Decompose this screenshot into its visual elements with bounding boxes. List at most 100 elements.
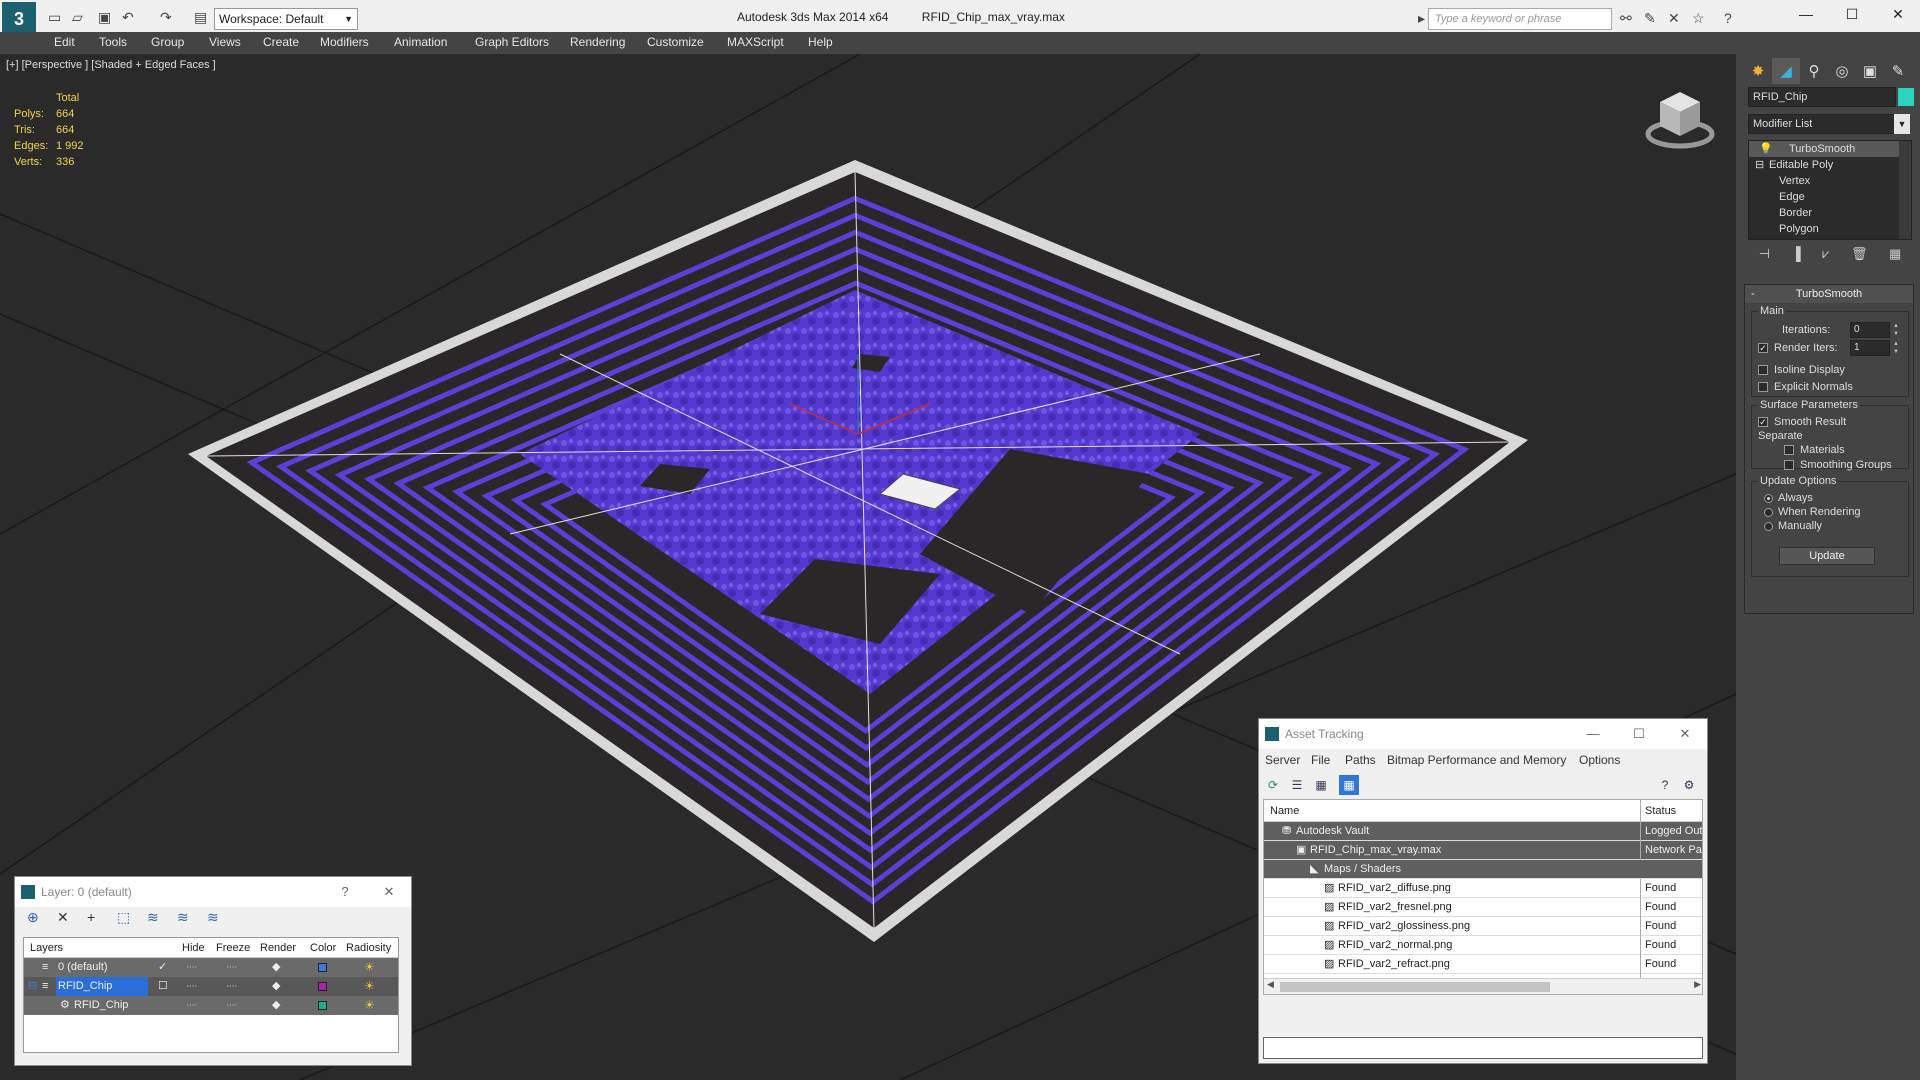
layer-name[interactable]: RFID_Chip	[56, 977, 148, 996]
active-layer-check-icon[interactable]: ☐	[158, 977, 168, 996]
highlight-layer-icon[interactable]: ≋	[147, 909, 159, 926]
asset-row[interactable]: ▨ RFID_var2_refract.png Found	[1264, 955, 1702, 974]
menu-edit[interactable]: Edit	[54, 35, 75, 49]
menu-animation[interactable]: Animation	[394, 35, 447, 49]
manually-radio[interactable]	[1764, 520, 1773, 532]
layer-row[interactable]: ⚙ RFID_Chip ···· ···· ◆ ☀	[24, 996, 398, 1015]
freeze-toggle[interactable]: ····	[226, 977, 238, 996]
menu-create[interactable]: Create	[263, 35, 299, 49]
hide-toggle[interactable]: ····	[186, 958, 198, 977]
workspace-dropdown[interactable]: Workspace: Default ▼	[214, 8, 358, 30]
display-tab-icon[interactable]: ▣	[1856, 58, 1884, 84]
scroll-right-icon[interactable]: ▶	[1694, 979, 1701, 990]
save-file-icon[interactable]: ▣	[98, 9, 111, 26]
minimize-icon[interactable]: —	[1583, 719, 1603, 749]
help-icon[interactable]: ?	[1724, 10, 1732, 26]
menu-rendering[interactable]: Rendering	[570, 35, 625, 49]
collapse-icon[interactable]: -	[1751, 285, 1755, 303]
menu-bitmap-performance[interactable]: Bitmap Performance and Memory	[1387, 749, 1566, 771]
render-teapot-icon[interactable]: ◆	[272, 958, 280, 977]
render-teapot-icon[interactable]: ◆	[272, 996, 280, 1015]
undo-icon[interactable]: ↶	[122, 9, 134, 26]
object-name[interactable]: RFID_Chip	[74, 996, 128, 1015]
isoline-display-checkbox[interactable]	[1758, 364, 1768, 376]
minimize-icon[interactable]: —	[1796, 6, 1816, 22]
render-iters-checkbox[interactable]: ✓	[1758, 342, 1768, 354]
lightbulb-icon[interactable]: 💡	[1759, 141, 1773, 157]
delete-layer-icon[interactable]: ✕	[57, 909, 69, 926]
update-button[interactable]: Update	[1779, 547, 1875, 565]
asset-row[interactable]: ▨ RFID_var2_glossiness.png Found	[1264, 917, 1702, 936]
create-tab-icon[interactable]: ✸	[1744, 58, 1772, 84]
detail-view-icon[interactable]: ▦	[1311, 775, 1331, 795]
spinner-arrows-icon[interactable]: ▲ ▼	[1892, 340, 1900, 356]
column-hide[interactable]: Hide	[182, 938, 205, 958]
search-expand-icon[interactable]: ▸	[1418, 10, 1425, 27]
pin-stack-icon[interactable]: ⊣	[1759, 246, 1770, 266]
layer-row[interactable]: ≡ 0 (default) ✓ ···· ···· ◆ ☀	[24, 958, 398, 977]
asset-row[interactable]: ⛃ Autodesk Vault Logged Out	[1264, 822, 1702, 841]
redo-icon[interactable]: ↷	[160, 9, 172, 26]
asset-row[interactable]: ◣ Maps / Shaders	[1264, 860, 1702, 879]
explicit-normals-checkbox[interactable]	[1758, 381, 1768, 393]
asset-row[interactable]: ▨ RFID_var2_diffuse.png Found	[1264, 879, 1702, 898]
open-file-icon[interactable]: ▱	[72, 9, 83, 26]
menu-file[interactable]: File	[1311, 749, 1330, 771]
menu-maxscript[interactable]: MAXScript	[727, 35, 784, 49]
column-render[interactable]: Render	[260, 938, 296, 958]
stack-item-edge[interactable]: Edge	[1749, 189, 1911, 205]
render-teapot-icon[interactable]: ◆	[272, 977, 280, 996]
stack-item-polygon[interactable]: Polygon	[1749, 221, 1911, 237]
favorites-star-icon[interactable]: ☆	[1692, 10, 1705, 27]
stack-item-editable-poly[interactable]: ⊟ Editable Poly	[1749, 157, 1911, 173]
menu-paths[interactable]: Paths	[1345, 749, 1376, 771]
close-icon[interactable]: ✕	[1675, 719, 1695, 749]
always-radio[interactable]	[1764, 492, 1773, 504]
show-end-result-icon[interactable]: ▐	[1792, 246, 1801, 266]
when-rendering-radio[interactable]	[1764, 506, 1773, 518]
hide-toggle[interactable]: ····	[186, 977, 198, 996]
project-folder-icon[interactable]: ▤	[194, 9, 207, 26]
app-logo-button[interactable]: 3	[2, 2, 36, 36]
menu-group[interactable]: Group	[151, 35, 184, 49]
menu-graph-editors[interactable]: Graph Editors	[475, 35, 549, 49]
stack-scrollbar[interactable]	[1899, 141, 1911, 239]
stack-item-border[interactable]: Border	[1749, 205, 1911, 221]
hide-toggle[interactable]: ····	[186, 996, 198, 1015]
rollout-header[interactable]: - TurboSmooth	[1745, 285, 1913, 303]
column-name[interactable]: Name	[1270, 800, 1299, 822]
menu-server[interactable]: Server	[1265, 749, 1300, 771]
maximize-icon[interactable]: ☐	[1629, 719, 1649, 749]
layer-color-swatch[interactable]	[318, 977, 327, 996]
materials-checkbox[interactable]	[1784, 444, 1794, 456]
asset-tracking-titlebar[interactable]: Asset Tracking — ☐ ✕	[1259, 719, 1707, 749]
column-radiosity[interactable]: Radiosity	[346, 938, 391, 958]
active-layer-check-icon[interactable]: ✓	[158, 958, 167, 977]
menu-help[interactable]: Help	[808, 35, 833, 49]
menu-tools[interactable]: Tools	[99, 35, 127, 49]
layer-color-swatch[interactable]	[318, 958, 327, 977]
iterations-spinner[interactable]: 0	[1850, 322, 1890, 338]
layer-name[interactable]: 0 (default)	[58, 958, 108, 977]
stack-item-vertex[interactable]: Vertex	[1749, 173, 1911, 189]
asset-row[interactable]: ▨ RFID_var2_fresnel.png Found	[1264, 898, 1702, 917]
communication-icon[interactable]: ✕	[1668, 10, 1680, 27]
stack-item-turbosmooth[interactable]: 💡 TurboSmooth	[1749, 141, 1911, 157]
new-file-icon[interactable]: ▭	[48, 9, 61, 26]
collapse-icon[interactable]: ⊟	[1755, 157, 1764, 173]
list-view-icon[interactable]: ☰	[1287, 775, 1307, 795]
maximize-icon[interactable]: ☐	[1842, 6, 1862, 23]
viewport-label[interactable]: [+] [Perspective ] [Shaded + Edged Faces…	[6, 59, 216, 71]
smoothing-groups-checkbox[interactable]	[1784, 459, 1794, 471]
asset-row[interactable]: ▨ RFID_var2_normal.png Found	[1264, 936, 1702, 955]
remove-modifier-icon[interactable]: 🗑	[1851, 246, 1868, 266]
table-view-icon[interactable]: ▦	[1339, 775, 1359, 795]
refresh-icon[interactable]: ⟳	[1263, 775, 1283, 795]
layer-manager-titlebar[interactable]: Layer: 0 (default) ? ✕	[15, 877, 411, 907]
binoculars-icon[interactable]: ⚯	[1620, 10, 1632, 27]
help-icon[interactable]: ?	[1655, 775, 1675, 795]
radiosity-icon[interactable]: ☀	[364, 958, 375, 977]
layer-color-swatch[interactable]	[318, 996, 327, 1015]
hide-all-layers-icon[interactable]: ≋	[177, 909, 189, 926]
motion-tab-icon[interactable]: ◎	[1828, 58, 1856, 84]
